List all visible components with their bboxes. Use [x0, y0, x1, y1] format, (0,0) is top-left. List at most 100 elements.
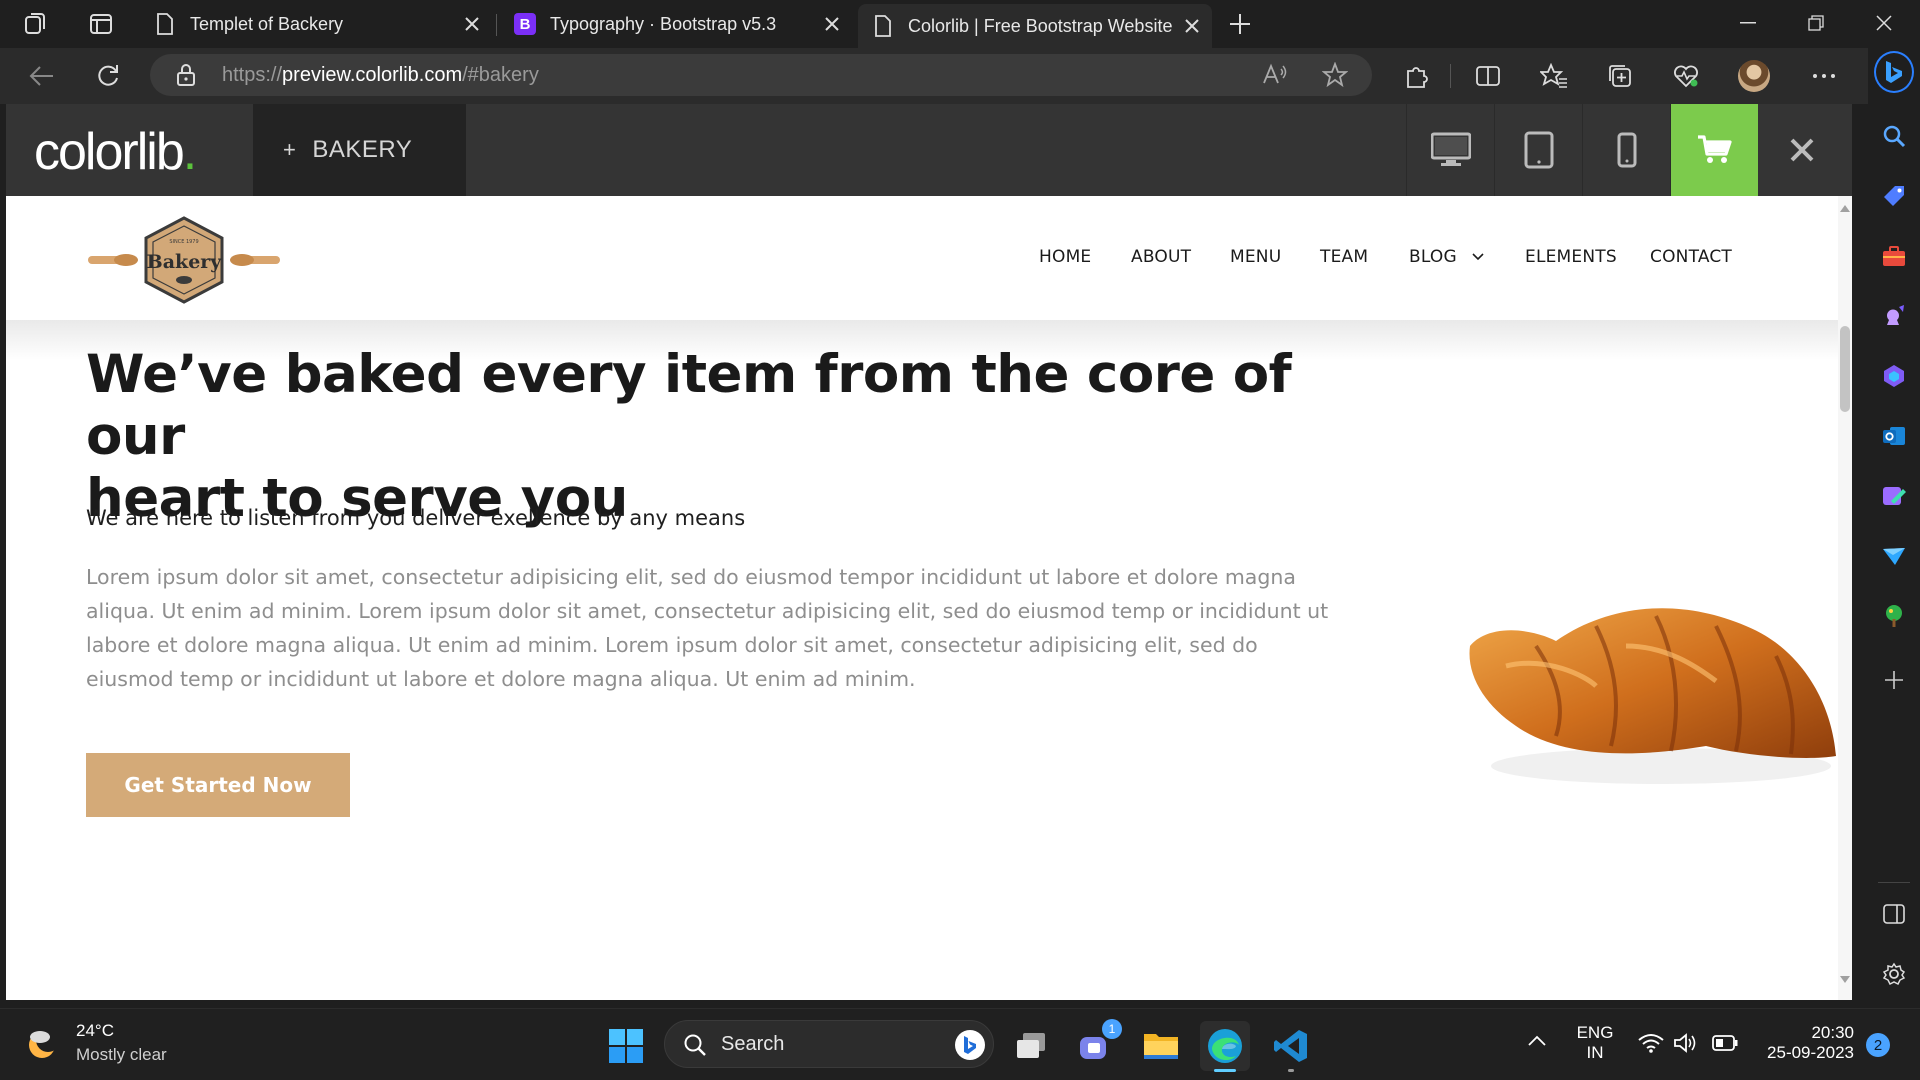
- browser-toolbar: https://preview.colorlib.com/#bakery: [0, 48, 1920, 104]
- close-tab-icon[interactable]: [458, 10, 486, 38]
- active-app-indicator: [1214, 1069, 1236, 1072]
- settings-gear-icon[interactable]: [1874, 954, 1914, 994]
- battery-icon[interactable]: [1712, 1035, 1738, 1051]
- nav-elements[interactable]: ELEMENTS: [1525, 247, 1617, 267]
- edge-browser-icon[interactable]: [1200, 1021, 1250, 1072]
- games-icon[interactable]: [1874, 296, 1914, 336]
- close-tab-icon[interactable]: [1178, 12, 1206, 40]
- designer-icon[interactable]: [1874, 476, 1914, 516]
- hero-body-text: Lorem ipsum dolor sit amet, consectetur …: [86, 565, 1329, 691]
- buy-template-cart-button[interactable]: [1670, 104, 1758, 196]
- profile-avatar[interactable]: [1734, 56, 1774, 96]
- page-scrollbar[interactable]: [1838, 196, 1852, 1000]
- shopping-tag-icon[interactable]: [1874, 176, 1914, 216]
- hide-sidebar-icon[interactable]: [1874, 894, 1914, 934]
- input-language[interactable]: ENG IN: [1570, 1023, 1620, 1063]
- refresh-button[interactable]: [88, 56, 128, 96]
- notification-count-badge[interactable]: 2: [1866, 1033, 1890, 1057]
- teams-notification-badge: 1: [1102, 1019, 1122, 1039]
- url-text: https://preview.colorlib.com/#bakery: [222, 64, 539, 87]
- sidebar-divider: [1878, 882, 1910, 883]
- tab-templet-of-backery[interactable]: Templet of Backery: [140, 6, 492, 42]
- close-tab-icon[interactable]: [818, 10, 846, 38]
- workspaces-icon[interactable]: [22, 10, 50, 38]
- address-bar[interactable]: https://preview.colorlib.com/#bakery: [150, 54, 1372, 96]
- extensions-icon[interactable]: [1396, 56, 1436, 96]
- close-window-button[interactable]: [1852, 0, 1916, 46]
- vertical-tabs-icon[interactable]: [88, 11, 114, 37]
- tree-icon[interactable]: [1874, 596, 1914, 636]
- favorite-star-icon[interactable]: [1322, 62, 1348, 88]
- tablet-view-button[interactable]: [1494, 104, 1582, 196]
- tab-colorlib-active[interactable]: Colorlib | Free Bootstrap Website: [858, 4, 1212, 48]
- show-hidden-icons-chevron-icon[interactable]: [1528, 1035, 1546, 1047]
- clock[interactable]: 20:30 25-09-2023: [1754, 1023, 1854, 1063]
- mobile-view-button[interactable]: [1582, 104, 1670, 196]
- get-started-button[interactable]: Get Started Now: [86, 753, 350, 817]
- collections-icon[interactable]: [1600, 56, 1640, 96]
- weather-moon-icon[interactable]: [24, 1023, 64, 1063]
- website-viewport: SINCE 1979 Bakery HOME ABOUT MENU TEAM B…: [6, 196, 1852, 1000]
- windows-start-icon[interactable]: [601, 1021, 651, 1071]
- close-preview-icon[interactable]: [1758, 104, 1846, 196]
- page-icon: [154, 13, 176, 35]
- clock-time: 20:30: [1811, 1023, 1854, 1042]
- bing-copilot-icon[interactable]: [1874, 51, 1914, 93]
- nav-blog[interactable]: BLOG: [1409, 247, 1457, 267]
- vscode-icon[interactable]: [1266, 1021, 1316, 1072]
- taskbar-search-box[interactable]: Search: [664, 1020, 994, 1068]
- task-view-icon[interactable]: [1006, 1021, 1056, 1071]
- browser-essentials-icon[interactable]: [1666, 56, 1706, 96]
- add-sidebar-app-icon[interactable]: [1874, 660, 1914, 700]
- tab-separator: [496, 14, 497, 36]
- nav-menu[interactable]: MENU: [1230, 247, 1281, 267]
- file-explorer-icon[interactable]: [1136, 1021, 1186, 1071]
- outlook-icon[interactable]: [1874, 416, 1914, 456]
- language-code: ENG: [1576, 1023, 1614, 1042]
- microsoft-365-icon[interactable]: [1874, 356, 1914, 396]
- teams-chat-icon[interactable]: 1: [1070, 1019, 1122, 1071]
- send-to-icon[interactable]: [1874, 536, 1914, 576]
- desktop-view-button[interactable]: [1406, 104, 1494, 196]
- scrollbar-thumb[interactable]: [1840, 326, 1850, 412]
- logo-dot: .: [182, 123, 198, 181]
- logo-bakery-text: Bakery: [147, 251, 223, 273]
- nav-about[interactable]: ABOUT: [1131, 247, 1191, 267]
- colorlib-logo[interactable]: colorlib.: [34, 122, 198, 182]
- more-options-icon[interactable]: [1804, 56, 1844, 96]
- search-placeholder: Search: [721, 1033, 785, 1055]
- tab-label: Colorlib | Free Bootstrap Website: [908, 15, 1173, 36]
- site-header: SINCE 1979 Bakery HOME ABOUT MENU TEAM B…: [6, 196, 1852, 320]
- clock-date: 25-09-2023: [1767, 1043, 1854, 1062]
- search-icon: [683, 1033, 707, 1057]
- favorites-icon[interactable]: [1534, 56, 1574, 96]
- search-icon[interactable]: [1874, 116, 1914, 156]
- minimize-button[interactable]: [1716, 0, 1780, 46]
- volume-icon[interactable]: [1673, 1033, 1697, 1053]
- windows-taskbar: 24°C Mostly clear Search 1 ENG IN 20:30 …: [0, 1008, 1920, 1080]
- split-screen-icon[interactable]: [1468, 56, 1508, 96]
- tab-typography-bootstrap[interactable]: B Typography · Bootstrap v5.3: [500, 6, 852, 42]
- scroll-down-arrow-icon[interactable]: [1840, 976, 1850, 984]
- nav-home[interactable]: HOME: [1039, 247, 1091, 267]
- url-scheme: https://: [222, 64, 283, 86]
- restore-button[interactable]: [1784, 0, 1848, 46]
- back-button[interactable]: [22, 56, 62, 96]
- bakery-logo[interactable]: SINCE 1979 Bakery: [86, 212, 282, 308]
- nav-team[interactable]: TEAM: [1320, 247, 1368, 267]
- nav-contact[interactable]: CONTACT: [1650, 247, 1732, 267]
- bing-search-icon[interactable]: [955, 1030, 985, 1060]
- chevron-down-icon[interactable]: [1472, 253, 1484, 261]
- scroll-up-arrow-icon[interactable]: [1840, 204, 1850, 212]
- template-name-label: BAKERY: [312, 136, 413, 163]
- read-aloud-icon[interactable]: [1262, 63, 1288, 87]
- tools-icon[interactable]: [1874, 236, 1914, 276]
- hero-subtitle: We are here to listen from you deliver e…: [86, 506, 746, 530]
- bootstrap-icon: B: [514, 13, 536, 35]
- weather-temperature[interactable]: 24°C: [76, 1021, 114, 1041]
- new-tab-button[interactable]: [1226, 10, 1254, 38]
- wifi-icon[interactable]: [1638, 1033, 1664, 1053]
- weather-description[interactable]: Mostly clear: [76, 1045, 167, 1065]
- lock-icon[interactable]: [176, 63, 196, 87]
- template-selector[interactable]: + BAKERY: [253, 104, 466, 196]
